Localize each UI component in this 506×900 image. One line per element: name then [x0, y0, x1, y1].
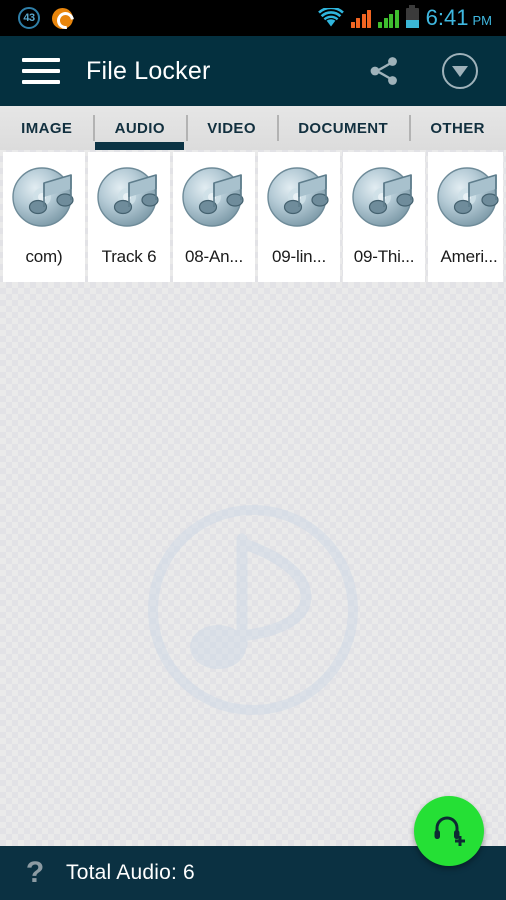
list-item[interactable]: 08-An...	[173, 152, 255, 282]
list-item[interactable]: Ameri...	[428, 152, 503, 282]
share-icon[interactable]	[368, 55, 400, 87]
battery-icon	[405, 5, 419, 29]
status-bar-clock: 6:41 PM	[426, 5, 492, 31]
app-root: 43 6:41 PM File Locker IMAGE AUDIO VIDEO…	[0, 0, 506, 900]
tab-document-label: DOCUMENT	[298, 119, 389, 137]
app-bar: File Locker	[0, 36, 506, 106]
audio-cd-icon	[12, 167, 74, 227]
page-title: File Locker	[86, 56, 211, 85]
list-item[interactable]: 09-Thi...	[343, 152, 425, 282]
help-icon[interactable]: ?	[20, 856, 50, 890]
hamburger-menu-icon[interactable]	[22, 58, 60, 84]
clock-time: 6:41	[425, 5, 469, 30]
app-bar-actions	[368, 53, 484, 89]
list-item-label: Track 6	[101, 247, 157, 266]
signal-bars-orange-icon	[350, 9, 372, 28]
tab-image[interactable]: IMAGE	[0, 106, 93, 150]
total-audio-label: Total Audio: 6	[66, 861, 195, 884]
tab-document[interactable]: DOCUMENT	[277, 106, 409, 150]
content-area: com) Track 6 08-An... 09-lin... 09-Thi..…	[0, 150, 506, 900]
audio-cd-icon	[182, 167, 244, 227]
tab-image-label: IMAGE	[21, 119, 73, 137]
list-item-label: 08-An...	[185, 247, 243, 266]
tab-audio[interactable]: AUDIO	[93, 106, 186, 150]
audio-cd-icon	[437, 167, 499, 227]
add-audio-fab[interactable]	[414, 796, 484, 866]
signal-bars-green-icon	[378, 9, 399, 28]
audio-cd-icon	[97, 167, 159, 227]
tab-video[interactable]: VIDEO	[186, 106, 277, 150]
add-audio-headphones-icon	[434, 816, 465, 846]
clock-ampm: PM	[472, 13, 493, 28]
sync-circle-icon	[52, 7, 73, 29]
list-item-label: 09-lin...	[272, 247, 326, 266]
list-item-label: com)	[25, 247, 63, 266]
audio-file-list[interactable]: com) Track 6 08-An... 09-lin... 09-Thi..…	[3, 152, 503, 284]
notification-count-badge: 43	[18, 7, 40, 29]
tab-video-label: VIDEO	[207, 119, 256, 137]
wifi-icon	[317, 8, 344, 27]
status-bar: 43 6:41 PM	[0, 0, 506, 36]
audio-cd-icon	[352, 167, 414, 227]
status-bar-right: 6:41 PM	[317, 5, 498, 31]
list-item[interactable]: Track 6	[88, 152, 170, 282]
status-bar-left: 43	[8, 7, 73, 29]
tab-bar: IMAGE AUDIO VIDEO DOCUMENT OTHER	[0, 106, 506, 150]
list-item[interactable]: com)	[3, 152, 85, 282]
chevron-down-circle-icon[interactable]	[442, 53, 478, 89]
tab-other-label: OTHER	[430, 119, 485, 137]
list-item-label: Ameri...	[440, 247, 498, 266]
audio-cd-icon	[267, 167, 329, 227]
list-item[interactable]: 09-lin...	[258, 152, 340, 282]
music-note-watermark-icon	[148, 505, 358, 715]
tab-other[interactable]: OTHER	[409, 106, 506, 150]
tab-audio-label: AUDIO	[114, 119, 165, 137]
list-item-label: 09-Thi...	[353, 247, 415, 266]
